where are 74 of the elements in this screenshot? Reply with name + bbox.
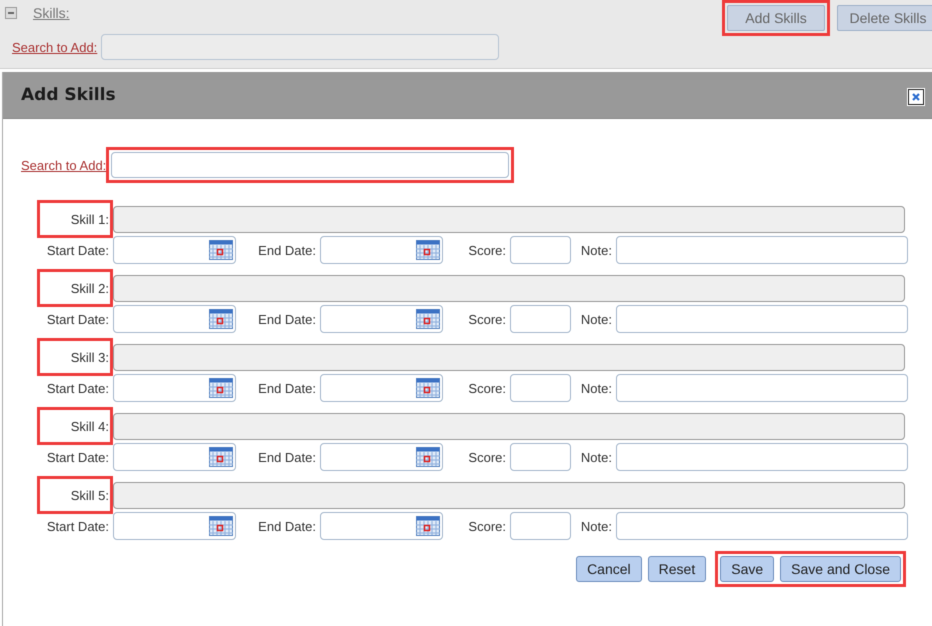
calendar-icon[interactable] xyxy=(209,309,233,329)
close-icon[interactable] xyxy=(908,89,924,105)
search-link[interactable]: Search to Add: xyxy=(12,40,98,54)
calendar-icon[interactable] xyxy=(209,516,233,536)
score-field[interactable] xyxy=(510,512,571,540)
calendar-icon[interactable] xyxy=(209,378,233,398)
skill-label: Skill 5: xyxy=(70,488,109,502)
dialog-button[interactable]: Save and Close xyxy=(780,556,901,582)
dialog-button[interactable]: Save xyxy=(720,556,774,582)
field-label: Start Date: xyxy=(46,242,110,258)
field-label: Note: xyxy=(580,312,613,326)
field-label: End Date: xyxy=(257,242,317,258)
calendar-icon[interactable] xyxy=(416,240,440,260)
collapse-icon[interactable] xyxy=(5,6,17,18)
skill-label: Skill 1: xyxy=(70,212,109,226)
toolbar-button[interactable]: Add Skills xyxy=(727,5,825,31)
note-field[interactable] xyxy=(616,374,908,402)
calendar-icon[interactable] xyxy=(416,378,440,398)
skill-field[interactable] xyxy=(113,274,905,302)
dialog-button[interactable]: Reset xyxy=(648,556,706,582)
field-label: Note: xyxy=(580,242,613,258)
note-field[interactable] xyxy=(616,512,908,540)
score-field[interactable] xyxy=(510,305,571,333)
field-label: Start Date: xyxy=(46,312,110,326)
score-field[interactable] xyxy=(510,236,571,264)
field-label: Start Date: xyxy=(46,518,110,534)
field-label: Score: xyxy=(467,450,507,464)
search-link[interactable]: Search to Add: xyxy=(21,158,106,172)
date-field[interactable] xyxy=(320,443,443,471)
date-field[interactable] xyxy=(113,374,236,402)
dialog-button[interactable]: Cancel xyxy=(576,556,642,582)
field-label: Score: xyxy=(467,518,507,534)
field-label: Start Date: xyxy=(46,450,110,464)
field-label: Score: xyxy=(467,312,507,326)
calendar-icon[interactable] xyxy=(416,447,440,467)
date-field[interactable] xyxy=(113,443,236,471)
date-field[interactable] xyxy=(113,512,236,540)
search-field[interactable] xyxy=(111,152,510,178)
field-label: End Date: xyxy=(257,518,317,534)
dialog-title: Add Skills xyxy=(21,85,116,105)
skill-field[interactable] xyxy=(113,412,905,440)
field-label: Note: xyxy=(580,450,613,464)
calendar-icon[interactable] xyxy=(209,240,233,260)
date-field[interactable] xyxy=(320,305,443,333)
date-field[interactable] xyxy=(113,305,236,333)
date-field[interactable] xyxy=(320,236,443,264)
note-field[interactable] xyxy=(616,236,908,264)
field-label: Score: xyxy=(467,380,507,396)
score-field[interactable] xyxy=(510,443,571,471)
skill-label: Skill 3: xyxy=(70,350,109,364)
date-field[interactable] xyxy=(320,512,443,540)
date-field[interactable] xyxy=(320,374,443,402)
calendar-icon[interactable] xyxy=(209,447,233,467)
calendar-icon[interactable] xyxy=(416,516,440,536)
toolbar-button[interactable]: Delete Skills xyxy=(837,5,932,31)
field-label: End Date: xyxy=(257,450,317,464)
note-field[interactable] xyxy=(616,443,908,471)
note-field[interactable] xyxy=(616,305,908,333)
skill-label: Skill 4: xyxy=(70,418,109,434)
calendar-icon[interactable] xyxy=(416,309,440,329)
skill-label: Skill 2: xyxy=(70,280,109,296)
field-label: Note: xyxy=(580,380,613,396)
field-label: Note: xyxy=(580,518,613,534)
date-field[interactable] xyxy=(113,236,236,264)
search-field[interactable] xyxy=(101,34,500,60)
field-label: Start Date: xyxy=(46,380,110,396)
field-label: End Date: xyxy=(257,312,317,326)
field-label: End Date: xyxy=(257,380,317,396)
skill-field[interactable] xyxy=(113,482,905,508)
skill-field[interactable] xyxy=(113,344,905,370)
section-link[interactable]: Skills: xyxy=(33,4,70,20)
field-label: Score: xyxy=(467,242,507,258)
score-field[interactable] xyxy=(510,374,571,402)
skill-field[interactable] xyxy=(113,206,905,232)
